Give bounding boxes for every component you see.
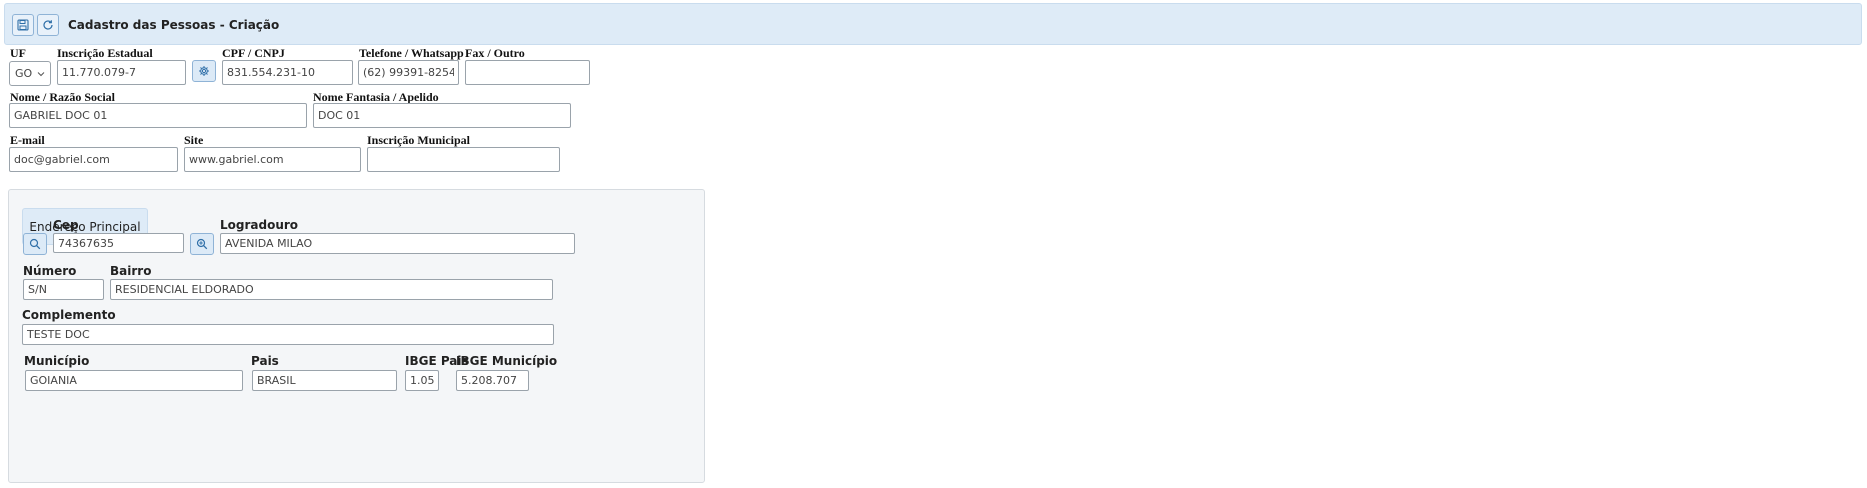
logradouro-label: Logradouro (220, 218, 299, 232)
email-field[interactable] (9, 147, 178, 172)
inscricao-estadual-field[interactable] (57, 60, 186, 85)
cpf-cnpj-label: CPF / CNPJ (222, 46, 285, 60)
site-label: Site (184, 133, 204, 147)
complemento-label: Complemento (22, 308, 116, 322)
municipio-label: Município (24, 354, 90, 368)
ibge-municipio-label: IBGE Município (456, 354, 558, 368)
telefone-label: Telefone / Whatsapp (359, 46, 464, 60)
toolbar: Cadastro das Pessoas - Criação (4, 3, 1862, 45)
zoom-in-icon (196, 238, 208, 250)
uf-value: GO (15, 67, 33, 80)
ibge-pais-field[interactable] (405, 370, 439, 391)
cep-label: Cep (53, 218, 79, 232)
numero-field[interactable] (23, 279, 104, 300)
uf-label: UF (10, 46, 26, 60)
ibge-municipio-field[interactable] (456, 370, 529, 391)
uf-select[interactable]: GO (9, 61, 51, 86)
bairro-label: Bairro (110, 264, 152, 278)
telefone-field[interactable] (358, 60, 459, 85)
fantasia-field[interactable] (313, 103, 571, 128)
inscricao-municipal-label: Inscrição Municipal (367, 133, 471, 147)
fax-label: Fax / Outro (465, 46, 525, 60)
bairro-field[interactable] (110, 279, 553, 300)
chevron-down-icon (37, 71, 45, 76)
save-button[interactable] (12, 14, 34, 36)
settings-button[interactable] (192, 60, 216, 82)
logradouro-field[interactable] (220, 233, 575, 254)
gear-icon (199, 66, 209, 76)
site-field[interactable] (184, 147, 361, 172)
nome-field[interactable] (9, 103, 307, 128)
page-title: Cadastro das Pessoas - Criação (68, 18, 280, 32)
pais-field[interactable] (252, 370, 397, 391)
complemento-field[interactable] (22, 324, 554, 345)
refresh-button[interactable] (37, 14, 59, 36)
inscricao-estadual-label: Inscrição Estadual (57, 46, 153, 60)
cep-search-button[interactable] (23, 233, 47, 255)
municipio-field[interactable] (25, 370, 243, 391)
numero-label: Número (23, 264, 77, 278)
fax-field[interactable] (465, 60, 590, 85)
pais-label: Pais (251, 354, 279, 368)
cpf-cnpj-field[interactable] (222, 60, 353, 85)
save-icon (17, 19, 29, 31)
cep-field[interactable] (53, 233, 184, 253)
refresh-icon (43, 20, 53, 30)
cep-lookup-button[interactable] (190, 233, 214, 255)
search-icon (29, 238, 41, 250)
email-label: E-mail (10, 133, 45, 147)
inscricao-municipal-field[interactable] (367, 147, 560, 172)
